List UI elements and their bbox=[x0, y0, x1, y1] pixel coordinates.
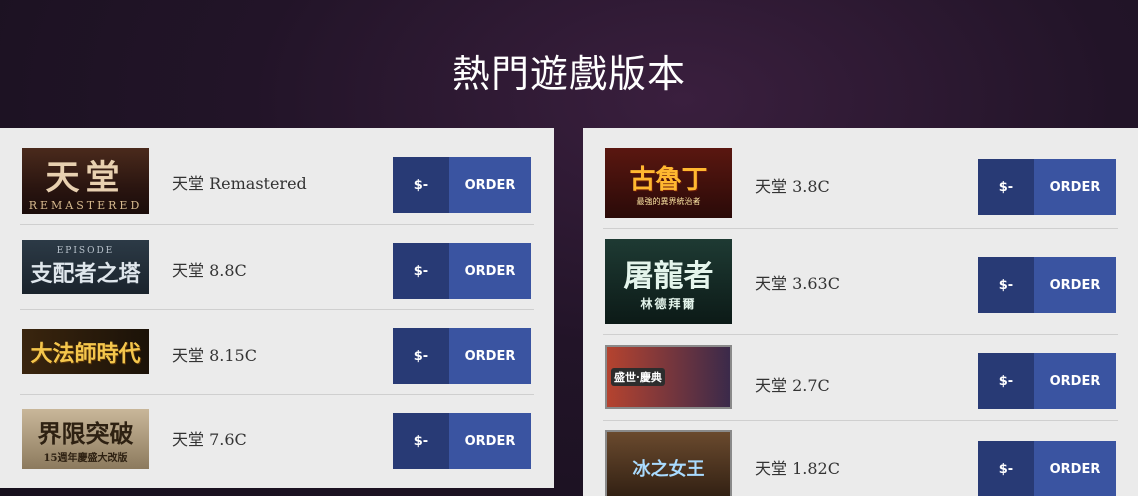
version-name: 天堂 3.8C bbox=[755, 177, 830, 196]
version-name: 天堂 3.63C bbox=[755, 274, 840, 293]
left-version-panel: 天堂 REMASTERED 天堂 Remastered $- ORDER EPI… bbox=[0, 128, 554, 488]
order-button[interactable]: $- ORDER bbox=[393, 243, 531, 299]
order-label[interactable]: ORDER bbox=[1034, 441, 1116, 496]
version-thumbnail[interactable]: 大法師時代 bbox=[22, 329, 149, 374]
thumbnail-sub-text: EPISODE bbox=[56, 246, 115, 256]
version-thumbnail[interactable]: 天堂 REMASTERED bbox=[22, 148, 149, 214]
thumbnail-sub-text: 盛世·慶典 bbox=[611, 368, 665, 386]
version-row: 界限突破 15週年慶盛大改版 天堂 7.6C $- ORDER bbox=[20, 394, 534, 478]
price-label[interactable]: $- bbox=[978, 159, 1034, 215]
price-label[interactable]: $- bbox=[978, 441, 1034, 496]
version-row: 屠龍者 林德拜爾 天堂 3.63C $- ORDER bbox=[603, 228, 1118, 335]
thumbnail-logo-text: 冰之女王 bbox=[632, 459, 705, 480]
price-label[interactable]: $- bbox=[393, 328, 449, 384]
order-label[interactable]: ORDER bbox=[1034, 353, 1116, 409]
order-label[interactable]: ORDER bbox=[449, 157, 531, 213]
thumbnail-logo-text: 支配者之塔 bbox=[30, 261, 141, 287]
order-button[interactable]: $- ORDER bbox=[393, 413, 531, 469]
thumbnail-sub-text: 15週年慶盛大改版 bbox=[43, 453, 128, 464]
price-label[interactable]: $- bbox=[978, 353, 1034, 409]
thumbnail-logo-text: 屠龍者 bbox=[623, 259, 714, 294]
version-name: 天堂 2.7C bbox=[755, 376, 830, 395]
price-label[interactable]: $- bbox=[393, 243, 449, 299]
thumbnail-sub-text: 林德拜爾 bbox=[640, 297, 697, 311]
order-label[interactable]: ORDER bbox=[1034, 257, 1116, 313]
thumbnail-sub-text: 最強的異界統治者 bbox=[636, 197, 701, 206]
thumbnail-logo-text: 天堂 bbox=[45, 158, 126, 198]
version-thumbnail[interactable]: 屠龍者 林德拜爾 bbox=[605, 239, 732, 324]
version-row: 大法師時代 天堂 8.15C $- ORDER bbox=[20, 309, 534, 395]
version-name: 天堂 Remastered bbox=[172, 174, 307, 193]
version-row: 冰之女王 天堂 1.82C $- ORDER bbox=[603, 420, 1118, 496]
order-button[interactable]: $- ORDER bbox=[978, 257, 1116, 313]
order-label[interactable]: ORDER bbox=[449, 413, 531, 469]
version-row: 天堂 REMASTERED 天堂 Remastered $- ORDER bbox=[20, 138, 534, 225]
order-label[interactable]: ORDER bbox=[449, 243, 531, 299]
version-name: 天堂 8.15C bbox=[172, 346, 257, 365]
version-row: EPISODE 支配者之塔 天堂 8.8C $- ORDER bbox=[20, 224, 534, 310]
thumbnail-sub-text: REMASTERED bbox=[28, 199, 143, 212]
order-button[interactable]: $- ORDER bbox=[978, 159, 1116, 215]
order-button[interactable]: $- ORDER bbox=[978, 441, 1116, 496]
price-label[interactable]: $- bbox=[393, 413, 449, 469]
thumbnail-logo-text: 大法師時代 bbox=[30, 340, 141, 367]
order-button[interactable]: $- ORDER bbox=[393, 157, 531, 213]
order-label[interactable]: ORDER bbox=[449, 328, 531, 384]
price-label[interactable]: $- bbox=[393, 157, 449, 213]
version-name: 天堂 1.82C bbox=[755, 459, 840, 478]
version-thumbnail[interactable]: EPISODE 支配者之塔 bbox=[22, 240, 149, 294]
page-title: 熱門遊戲版本 bbox=[451, 52, 686, 97]
thumbnail-logo-text: 古魯丁 bbox=[629, 165, 708, 195]
price-label[interactable]: $- bbox=[978, 257, 1034, 313]
thumbnail-logo-text: 界限突破 bbox=[37, 419, 134, 448]
version-row: 盛世·慶典 天堂 2.7C $- ORDER bbox=[603, 334, 1118, 421]
version-thumbnail[interactable]: 冰之女王 bbox=[605, 430, 732, 496]
version-thumbnail[interactable]: 古魯丁 最強的異界統治者 bbox=[605, 148, 732, 218]
version-thumbnail[interactable]: 盛世·慶典 bbox=[605, 345, 732, 409]
order-button[interactable]: $- ORDER bbox=[978, 353, 1116, 409]
right-version-panel: 古魯丁 最強的異界統治者 天堂 3.8C $- ORDER 屠龍者 林德拜爾 天… bbox=[583, 128, 1138, 496]
version-name: 天堂 8.8C bbox=[172, 261, 247, 280]
version-name: 天堂 7.6C bbox=[172, 430, 247, 449]
order-label[interactable]: ORDER bbox=[1034, 159, 1116, 215]
order-button[interactable]: $- ORDER bbox=[393, 328, 531, 384]
version-thumbnail[interactable]: 界限突破 15週年慶盛大改版 bbox=[22, 409, 149, 469]
version-row: 古魯丁 最強的異界統治者 天堂 3.8C $- ORDER bbox=[603, 138, 1118, 229]
